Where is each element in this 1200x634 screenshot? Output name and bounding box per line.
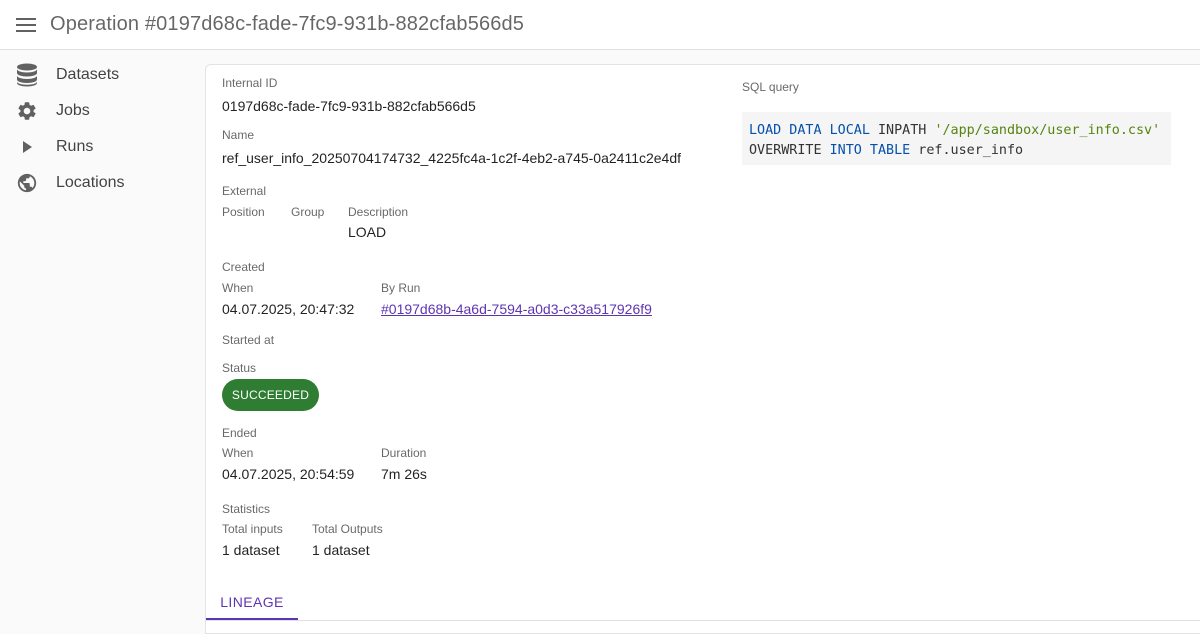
ended-when-value: 04.07.2025, 20:54:59 [222, 466, 355, 482]
statistics-label: Statistics [222, 502, 271, 516]
name-label: Name [222, 128, 255, 142]
by-run-link[interactable]: #0197d68b-4a6d-7594-a0d3-c33a517926f9 [381, 301, 652, 317]
total-inputs-label: Total inputs [222, 522, 283, 536]
ended-when-label: When [222, 446, 254, 460]
operation-details-card: Internal ID 0197d68c-fade-7fc9-931b-882c… [205, 64, 1200, 634]
play-icon [23, 141, 32, 153]
group-label: Group [291, 205, 325, 219]
sql-query-code: LOAD DATA LOCAL INPATH '/app/sandbox/use… [742, 112, 1171, 165]
duration-label: Duration [381, 446, 427, 460]
internal-id-value: 0197d68c-fade-7fc9-931b-882cfab566d5 [222, 98, 476, 114]
total-inputs-value: 1 dataset [222, 542, 280, 558]
internal-id-label: Internal ID [222, 76, 278, 90]
sql-text: ref.user_info [910, 143, 1024, 158]
status-label: Status [222, 361, 257, 375]
menu-icon [16, 17, 36, 32]
sidebar-item-label: Runs [56, 138, 94, 155]
tabs-divider [206, 620, 1200, 621]
sidebar-item-runs[interactable]: Runs [0, 129, 205, 165]
globe-icon [17, 173, 37, 193]
name-value: ref_user_info_20250704174732_4225fc4a-1c… [222, 150, 682, 166]
sidebar-item-datasets[interactable]: Datasets [0, 57, 205, 93]
database-icon [17, 63, 37, 87]
sidebar-item-label: Jobs [56, 102, 90, 119]
tab-lineage[interactable]: LINEAGE [206, 583, 298, 620]
duration-value: 7m 26s [381, 466, 427, 482]
status-badge: SUCCEEDED [222, 379, 319, 411]
created-when-label: When [222, 281, 254, 295]
sidebar: Datasets Jobs Runs Locations [0, 50, 205, 628]
description-value: LOAD [348, 224, 387, 240]
sidebar-item-locations[interactable]: Locations [0, 165, 205, 201]
page-title: Operation #0197d68c-fade-7fc9-931b-882cf… [50, 13, 525, 35]
created-label: Created [222, 260, 265, 274]
sql-text: OVERWRITE [749, 143, 830, 158]
description-label: Description [348, 205, 409, 219]
sidebar-item-label: Datasets [56, 66, 120, 83]
sql-text: INPATH [869, 123, 935, 138]
position-label: Position [222, 205, 265, 219]
by-run-label: By Run [381, 281, 421, 295]
menu-button[interactable] [0, 0, 50, 50]
sql-keyword: INTO TABLE [829, 143, 911, 158]
sql-string: '/app/sandbox/user_info.csv' [934, 123, 1161, 138]
total-outputs-label: Total Outputs [312, 522, 383, 536]
ended-label: Ended [222, 426, 257, 440]
external-label: External [222, 184, 267, 198]
gear-icon [18, 102, 36, 120]
sql-query-label: SQL query [742, 80, 799, 94]
sql-keyword: LOAD DATA LOCAL [749, 123, 870, 138]
app-bar: Operation #0197d68c-fade-7fc9-931b-882cf… [0, 0, 1200, 50]
created-when-value: 04.07.2025, 20:47:32 [222, 301, 355, 317]
sidebar-item-jobs[interactable]: Jobs [0, 93, 205, 129]
total-outputs-value: 1 dataset [312, 542, 370, 558]
started-at-label: Started at [222, 333, 275, 347]
sidebar-item-label: Locations [56, 174, 125, 191]
